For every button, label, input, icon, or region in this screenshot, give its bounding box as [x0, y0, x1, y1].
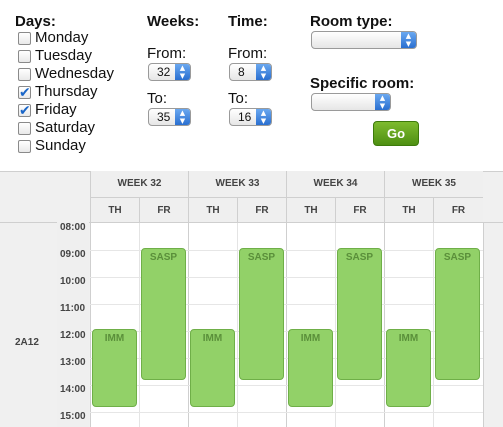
week-header: WEEK 35 [384, 171, 483, 197]
week-header: WEEK 34 [286, 171, 384, 197]
time-from-select[interactable]: 8 ▲ ▼ [229, 63, 272, 81]
day-label: Monday [35, 29, 89, 47]
stepper-arrows-icon: ▲ ▼ [256, 64, 271, 80]
day-column-header: FR [139, 197, 188, 222]
room-label: 2A12 [15, 337, 39, 348]
time-to-value: 16 [238, 110, 252, 124]
column-divider [139, 223, 140, 427]
column-divider [433, 223, 434, 427]
friday-checkbox[interactable] [18, 102, 31, 120]
column-divider [483, 223, 484, 427]
time-label: 10:00 [57, 276, 89, 288]
stepper-arrows-icon: ▲ ▼ [375, 94, 390, 110]
time-label: 14:00 [57, 384, 89, 396]
day-column-header: FR [433, 197, 483, 222]
week-header: WEEK 32 [90, 171, 188, 197]
monday-checkbox[interactable] [18, 31, 31, 45]
event-block-sasp[interactable]: SASP [239, 248, 284, 380]
thursday-checkbox[interactable] [18, 84, 31, 102]
event-block-sasp[interactable]: SASP [141, 248, 186, 380]
specific-room-select[interactable]: ▲ ▼ [311, 93, 391, 111]
day-label: Tuesday [35, 47, 92, 65]
day-label: Thursday [35, 83, 98, 101]
stepper-arrows-icon: ▲ ▼ [256, 109, 271, 125]
day-option-tuesday[interactable]: Tuesday [18, 47, 92, 65]
column-divider [335, 223, 336, 427]
day-label: Saturday [35, 119, 96, 137]
day-column-header: FR [237, 197, 286, 222]
event-block-imm[interactable]: IMM [92, 329, 137, 407]
row-divider [90, 412, 483, 413]
time-label: 08:00 [57, 222, 89, 234]
day-column-header: TH [384, 197, 433, 222]
weeks-to-label: To: [147, 90, 168, 107]
time-to-select[interactable]: 16 ▲ ▼ [229, 108, 272, 126]
day-column-header: TH [90, 197, 139, 222]
event-block-imm[interactable]: IMM [288, 329, 333, 407]
day-column-header: TH [188, 197, 237, 222]
day-option-sunday[interactable]: Sunday [18, 137, 86, 155]
tuesday-checkbox[interactable] [18, 49, 31, 63]
stepper-arrows-icon: ▲ ▼ [175, 109, 190, 125]
day-option-friday[interactable]: Friday [18, 101, 77, 120]
time-from-label: From: [228, 45, 268, 62]
weeks-to-select[interactable]: 35 ▲ ▼ [148, 108, 191, 126]
weeks-to-value: 35 [157, 110, 171, 124]
column-divider [237, 223, 238, 427]
week-header: WEEK 33 [188, 171, 286, 197]
weeks-from-value: 32 [157, 65, 171, 79]
time-label: Time: [228, 13, 268, 30]
time-to-label: To: [228, 90, 249, 107]
time-label: 12:00 [57, 330, 89, 342]
day-option-saturday[interactable]: Saturday [18, 119, 95, 137]
weeks-from-select[interactable]: 32 ▲ ▼ [148, 63, 191, 81]
day-column-header: FR [335, 197, 384, 222]
time-label: 09:00 [57, 249, 89, 261]
column-divider [188, 223, 189, 427]
column-divider [286, 223, 287, 427]
day-option-monday[interactable]: Monday [18, 29, 88, 47]
time-label: 15:00 [57, 411, 89, 423]
event-block-imm[interactable]: IMM [386, 329, 431, 407]
stepper-arrows-icon: ▲ ▼ [175, 64, 190, 80]
time-label: 13:00 [57, 357, 89, 369]
saturday-checkbox[interactable] [18, 121, 31, 135]
day-option-thursday[interactable]: Thursday [18, 83, 98, 102]
weeks-label: Weeks: [147, 13, 200, 30]
day-label: Sunday [35, 137, 86, 155]
go-button[interactable]: Go [373, 121, 419, 146]
event-block-sasp[interactable]: SASP [435, 248, 480, 380]
event-block-imm[interactable]: IMM [190, 329, 235, 407]
column-divider [90, 223, 91, 427]
day-column-header: TH [286, 197, 335, 222]
room-type-select[interactable]: ▲ ▼ [311, 31, 417, 49]
day-label: Wednesday [35, 65, 114, 83]
time-from-value: 8 [238, 65, 245, 79]
event-block-sasp[interactable]: SASP [337, 248, 382, 380]
column-divider [384, 223, 385, 427]
sunday-checkbox[interactable] [18, 139, 31, 153]
wednesday-checkbox[interactable] [18, 67, 31, 81]
days-label: Days: [15, 13, 56, 30]
stepper-arrows-icon: ▲ ▼ [401, 32, 416, 48]
time-label: 11:00 [57, 303, 89, 315]
specific-room-label: Specific room: [310, 75, 415, 92]
day-label: Friday [35, 101, 77, 119]
room-type-label: Room type: [310, 13, 393, 30]
day-option-wednesday[interactable]: Wednesday [18, 65, 114, 83]
weeks-from-label: From: [147, 45, 187, 62]
